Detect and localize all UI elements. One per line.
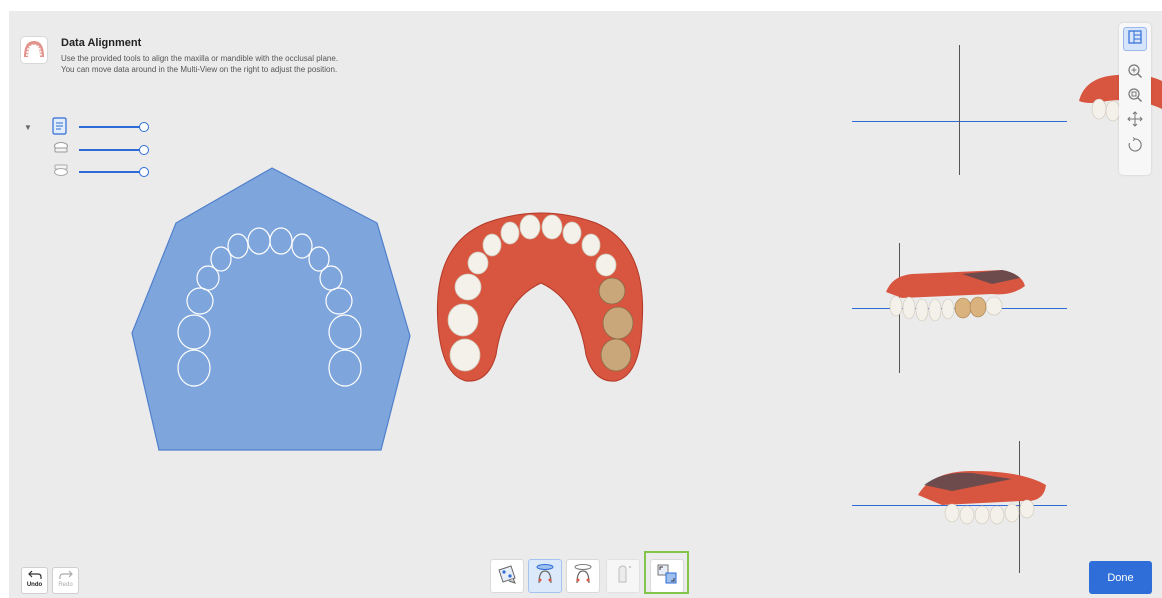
undo-icon — [27, 570, 42, 582]
auto-align-icon — [495, 562, 519, 591]
jaw-preview-side — [886, 270, 1025, 322]
redo-icon — [58, 570, 73, 582]
undo-label: Undo — [26, 582, 43, 588]
mandible-plane-icon — [571, 562, 595, 591]
zoom-fit-icon — [1127, 87, 1143, 107]
layer-opacity-knob[interactable] — [139, 145, 149, 155]
occlusal-plane[interactable] — [121, 161, 419, 455]
mandible-icon[interactable] — [53, 163, 69, 182]
undo-button[interactable]: Undo — [21, 567, 48, 594]
page-title: Data Alignment — [61, 37, 142, 49]
redo-button[interactable]: Redo — [52, 567, 79, 594]
multiview-back[interactable] — [852, 45, 1067, 189]
pan-icon — [1127, 111, 1143, 131]
zoom-in-button[interactable] — [1123, 61, 1147, 85]
redo-label: Redo — [58, 582, 73, 588]
occlusal-plane-mandible-button[interactable] — [566, 559, 600, 593]
occlusal-plane-maxilla-button[interactable] — [528, 559, 562, 593]
view-toolbar — [1119, 23, 1151, 175]
jaw-3d-model[interactable] — [426, 205, 656, 391]
zoom-in-icon — [1127, 63, 1143, 83]
description-line-1: Use the provided tools to align the maxi… — [61, 54, 339, 63]
data-alignment-app-icon — [20, 36, 48, 64]
auto-align-button[interactable] — [490, 559, 524, 593]
move-button-highlight — [644, 551, 689, 594]
marker-icon — [611, 562, 635, 591]
page-description: Use the provided tools to align the maxi… — [61, 53, 338, 75]
layer-opacity-knob[interactable] — [139, 122, 149, 132]
pan-button[interactable] — [1123, 109, 1147, 133]
maxilla-plane-icon — [533, 562, 557, 591]
layout-button[interactable] — [1123, 27, 1147, 51]
viewport[interactable]: Data Alignment Use the provided tools to… — [9, 11, 1162, 598]
rotate-icon — [1127, 137, 1143, 157]
maxilla-icon[interactable] — [53, 141, 69, 160]
done-button[interactable]: Done — [1089, 561, 1152, 594]
jaw-preview-front — [918, 471, 1046, 525]
collapse-chevron-icon[interactable]: ▼ — [24, 123, 32, 132]
layout-icon — [1128, 30, 1142, 48]
rotate-button[interactable] — [1123, 135, 1147, 159]
axis-line-vertical — [959, 45, 960, 175]
zoom-fit-button[interactable] — [1123, 85, 1147, 109]
description-line-2: You can move data around in the Multi-Vi… — [61, 65, 338, 74]
marker-button[interactable] — [606, 559, 640, 593]
layer-opacity-track — [79, 149, 141, 151]
document-icon[interactable] — [52, 117, 68, 140]
layer-opacity-track — [79, 126, 141, 128]
